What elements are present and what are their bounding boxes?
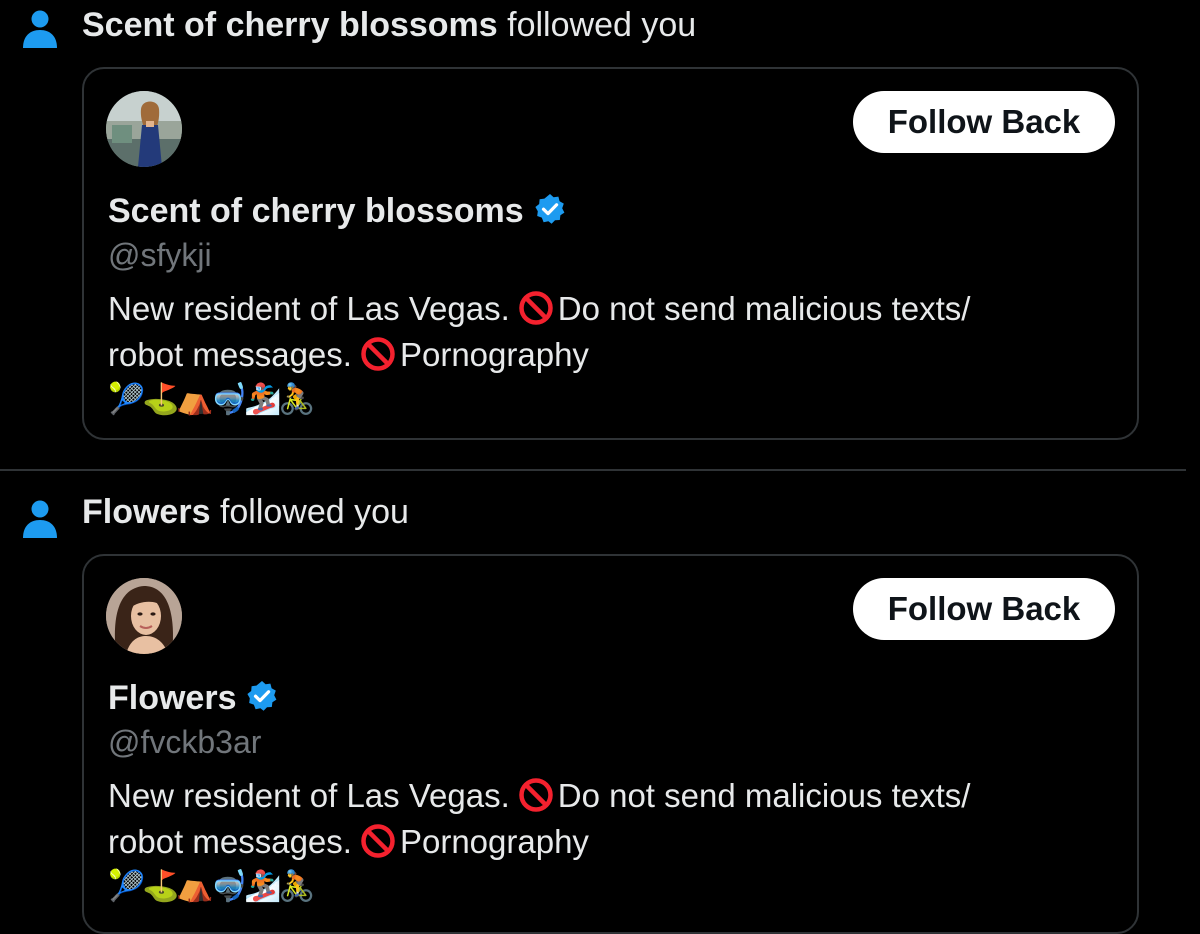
tent-emoji-icon: ⛺ <box>176 382 214 417</box>
tent-emoji-icon: ⛺ <box>176 869 214 904</box>
user-bio: New resident of Las Vegas. Do not send ma… <box>108 286 1108 420</box>
follow-notification[interactable]: Scent of cherry blossoms followed you Fo… <box>0 0 1200 470</box>
bio-text: Do not send malicious texts/ <box>557 290 971 327</box>
bio-text: Pornography <box>399 336 589 373</box>
tennis-emoji-icon: 🎾 <box>108 869 146 904</box>
follow-back-button[interactable]: Follow Back <box>853 91 1115 153</box>
verified-badge-icon[interactable] <box>246 680 278 712</box>
user-bio: New resident of Las Vegas. Do not send ma… <box>108 773 1108 907</box>
emoji-row: 🎾⛳⛺🤿🏂🚴 <box>108 380 1108 420</box>
notification-headline: Flowers followed you <box>82 492 409 532</box>
diving-mask-emoji-icon: 🤿 <box>210 869 248 904</box>
person-icon <box>23 10 57 48</box>
display-name-text: Scent of cherry blossoms <box>108 192 524 230</box>
display-name[interactable]: Flowers <box>108 678 278 718</box>
follow-back-button[interactable]: Follow Back <box>853 578 1115 640</box>
avatar[interactable] <box>106 91 182 167</box>
bio-text: Do not send malicious texts/ <box>557 777 971 814</box>
user-handle[interactable]: @sfykji <box>108 235 212 275</box>
action-text: followed you <box>219 493 409 531</box>
bio-text: New resident of Las Vegas. <box>108 290 510 327</box>
golf-flag-emoji-icon: ⛳ <box>142 869 180 904</box>
prohibited-icon <box>361 824 395 858</box>
emoji-row: 🎾⛳⛺🤿🏂🚴 <box>108 867 1108 907</box>
bio-text: robot messages. <box>108 336 352 373</box>
bio-text: robot messages. <box>108 823 352 860</box>
actor-name[interactable]: Scent of cherry blossoms <box>82 6 498 44</box>
user-card[interactable]: Follow Back Flowers @fvckb3ar New reside… <box>82 554 1139 934</box>
avatar[interactable] <box>106 578 182 654</box>
tennis-emoji-icon: 🎾 <box>108 382 146 417</box>
user-handle[interactable]: @fvckb3ar <box>108 722 261 762</box>
notification-headline: Scent of cherry blossoms followed you <box>82 5 696 45</box>
prohibited-icon <box>361 337 395 371</box>
action-text: followed you <box>507 6 697 44</box>
display-name-text: Flowers <box>108 679 237 717</box>
actor-name[interactable]: Flowers <box>82 493 210 531</box>
verified-badge-icon[interactable] <box>534 193 566 225</box>
bio-text: Pornography <box>399 823 589 860</box>
user-card[interactable]: Follow Back Scent of cherry blossoms @sf… <box>82 67 1139 440</box>
prohibited-icon <box>519 778 553 812</box>
cyclist-emoji-icon: 🚴 <box>278 869 316 904</box>
snowboarder-emoji-icon: 🏂 <box>244 382 282 417</box>
diving-mask-emoji-icon: 🤿 <box>210 382 248 417</box>
snowboarder-emoji-icon: 🏂 <box>244 869 282 904</box>
prohibited-icon <box>519 291 553 325</box>
display-name[interactable]: Scent of cherry blossoms <box>108 191 566 231</box>
divider <box>0 469 1186 471</box>
golf-flag-emoji-icon: ⛳ <box>142 382 180 417</box>
person-icon <box>23 500 57 538</box>
bio-text: New resident of Las Vegas. <box>108 777 510 814</box>
cyclist-emoji-icon: 🚴 <box>278 382 316 417</box>
follow-notification[interactable]: Flowers followed you Follow Back Flowers… <box>0 472 1200 934</box>
